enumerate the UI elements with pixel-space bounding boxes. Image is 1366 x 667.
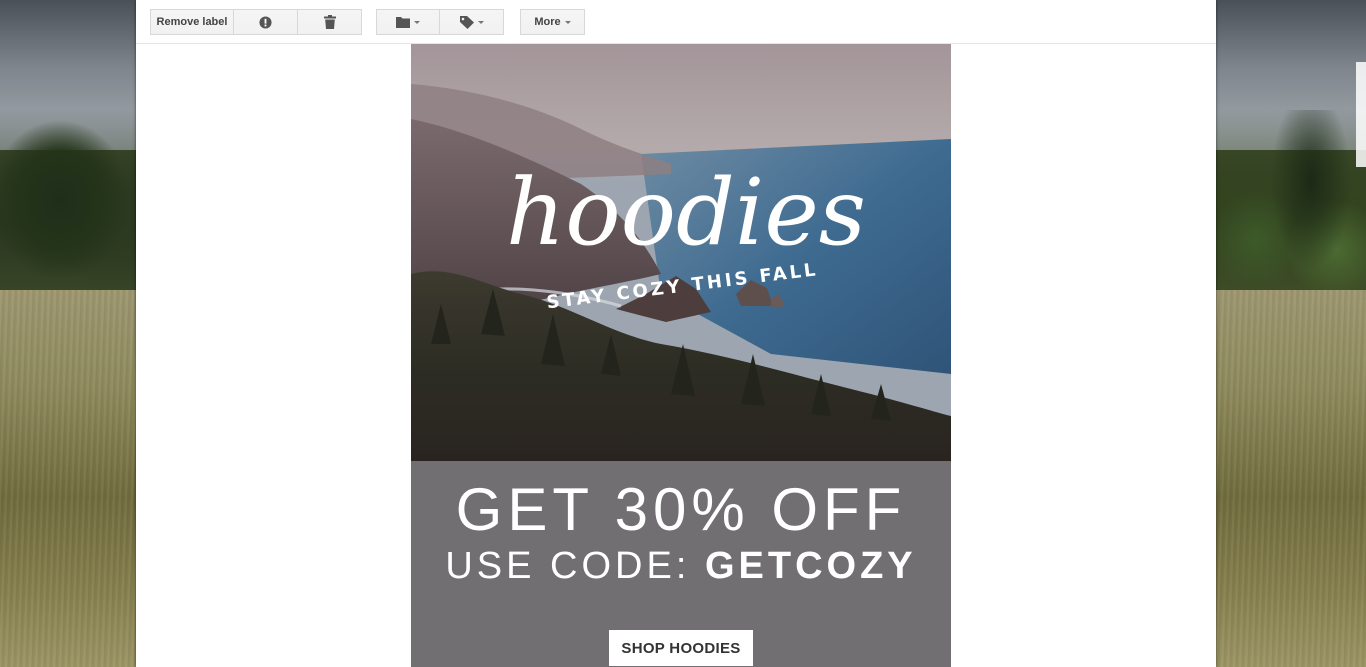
scrollbar[interactable] (1356, 62, 1366, 167)
background-trees (1216, 110, 1366, 300)
report-spam-button[interactable] (234, 9, 298, 35)
move-to-button[interactable] (376, 9, 440, 35)
labels-button[interactable] (440, 9, 504, 35)
message-panel: Remove label More hoodies STAY COZY THIS… (136, 0, 1216, 667)
background-grass (0, 290, 136, 667)
background-trees (0, 110, 136, 300)
folder-icon (396, 16, 410, 28)
organize-button-group (376, 9, 504, 35)
offer-code: GETCOZY (704, 545, 917, 587)
chevron-down-icon (564, 21, 571, 24)
more-button-group: More (520, 9, 585, 35)
email-body: hoodies STAY COZY THIS FALL GET 30% OFF … (411, 44, 951, 667)
action-button-group: Remove label (150, 9, 362, 35)
offer-code-prefix: USE CODE: (445, 545, 705, 587)
offer-code-line: USE CODE: GETCOZY (411, 545, 951, 588)
exclamation-circle-icon (259, 15, 272, 29)
promo-block: GET 30% OFF USE CODE: GETCOZY SHOP HOODI… (411, 461, 951, 667)
background-right (1216, 0, 1366, 667)
background-left (0, 0, 136, 667)
chevron-down-icon (414, 21, 420, 24)
message-toolbar: Remove label More (136, 0, 1216, 44)
chevron-down-icon (477, 21, 484, 24)
delete-button[interactable] (298, 9, 362, 35)
tag-icon (459, 15, 474, 29)
offer-headline: GET 30% OFF (455, 476, 907, 543)
remove-label-text: Remove label (156, 16, 228, 28)
more-button[interactable]: More (520, 9, 585, 35)
hero-image[interactable]: hoodies STAY COZY THIS FALL (411, 44, 951, 461)
remove-label-button[interactable]: Remove label (150, 9, 234, 35)
hero-script-title: hoodies (506, 159, 866, 266)
background-grass (1216, 290, 1366, 667)
more-label: More (534, 16, 561, 28)
shop-hoodies-button[interactable]: SHOP HOODIES (609, 630, 753, 666)
trash-icon (323, 15, 336, 29)
